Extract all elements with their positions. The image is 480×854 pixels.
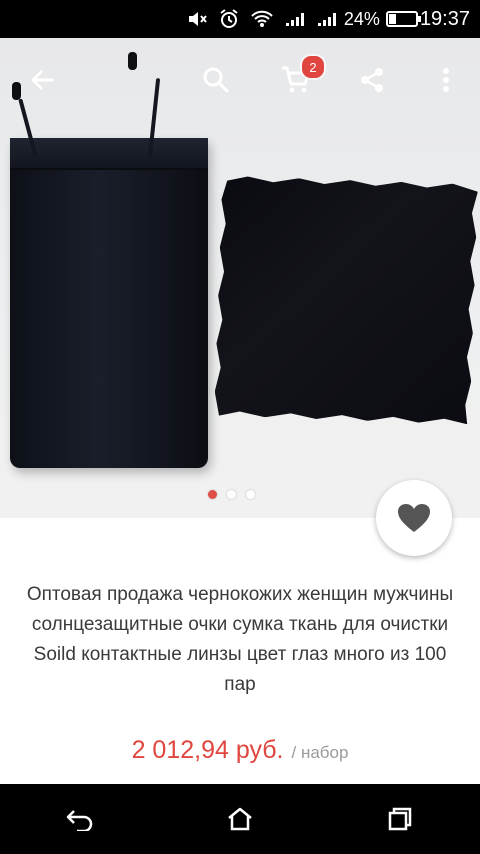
more-options-button[interactable] — [426, 60, 466, 100]
nav-recents-button[interactable] — [376, 799, 424, 839]
system-nav-bar — [0, 784, 480, 854]
app-bar: 2 — [0, 38, 480, 124]
wifi-icon — [250, 8, 273, 30]
heart-icon — [398, 504, 430, 532]
product-image-pouch — [10, 138, 208, 468]
search-button[interactable] — [196, 60, 236, 100]
product-image-cloth — [214, 176, 478, 425]
back-nav-icon — [66, 810, 93, 831]
pager-dot[interactable] — [246, 490, 255, 499]
back-button[interactable] — [22, 60, 62, 100]
battery-percent: 24% — [343, 8, 380, 29]
product-title: Оптовая продажа чернокожих женщин мужчин… — [26, 584, 454, 695]
mute-icon — [186, 8, 208, 30]
product-image-gallery[interactable]: 2 — [0, 38, 480, 518]
nav-home-button[interactable] — [216, 799, 264, 839]
status-bar: 24% 19:37 — [0, 0, 480, 38]
search-icon — [203, 67, 229, 93]
more-vert-icon — [443, 68, 449, 92]
nav-back-button[interactable] — [56, 799, 104, 839]
recent-apps-icon — [388, 807, 412, 831]
share-icon — [361, 68, 383, 92]
pager-dot[interactable] — [208, 490, 217, 499]
gallery-pager — [208, 490, 255, 499]
clock: 19:37 — [419, 7, 470, 30]
product-price: 2 012,94 руб. — [131, 736, 284, 764]
home-icon — [228, 807, 252, 831]
cart-count-badge: 2 — [300, 54, 326, 80]
price-row: 2 012,94 руб. / набор — [0, 736, 480, 765]
wishlist-button[interactable] — [376, 480, 452, 556]
signal-2-icon — [314, 8, 336, 30]
alarm-icon — [218, 8, 240, 30]
battery-icon — [385, 8, 421, 30]
signal-1-icon — [282, 8, 304, 30]
back-arrow-icon — [31, 70, 54, 90]
share-button[interactable] — [352, 60, 392, 100]
cart-button[interactable]: 2 — [276, 54, 326, 100]
price-unit: / набор — [291, 743, 349, 762]
pager-dot[interactable] — [227, 490, 236, 499]
